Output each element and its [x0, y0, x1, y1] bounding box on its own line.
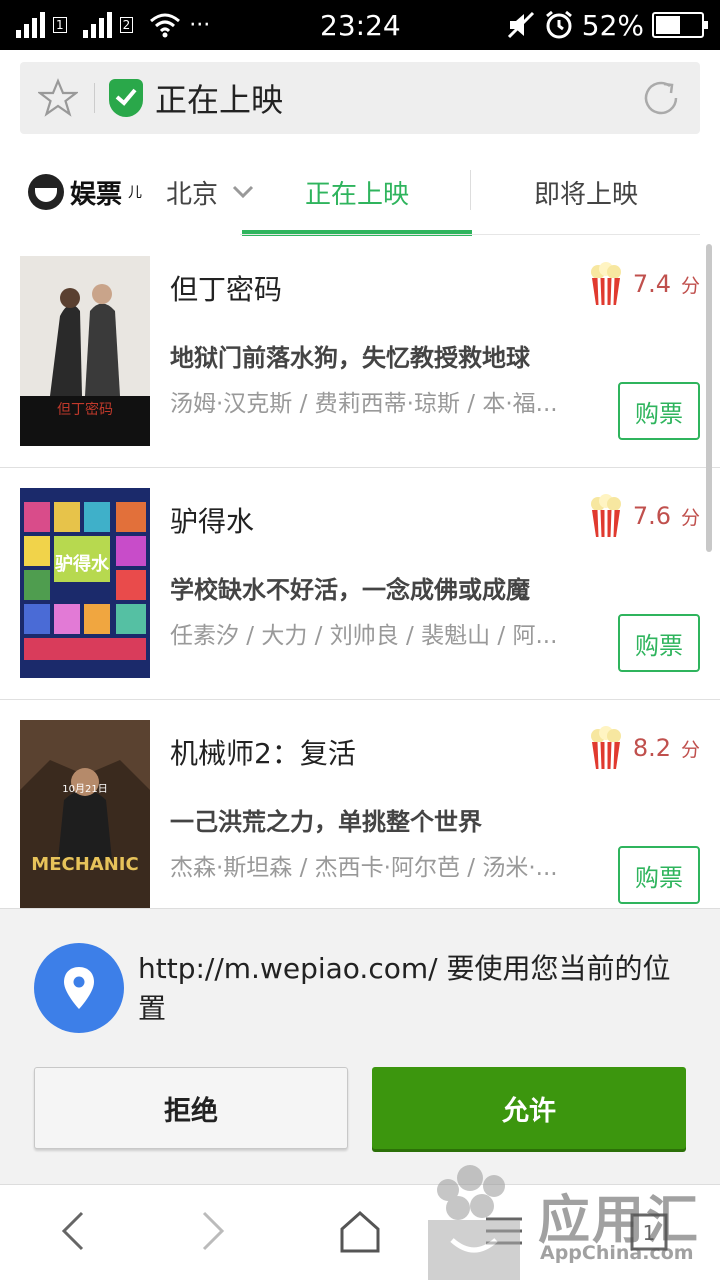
- logo-suffix: 儿: [128, 185, 143, 201]
- movie-cast: 杰森·斯坦森 / 杰西卡·阿尔芭 / 汤米·...: [170, 855, 558, 881]
- alarm-icon: [545, 10, 572, 39]
- movie-title[interactable]: 机械师2：复活: [170, 732, 356, 772]
- clock: 23:24: [320, 8, 401, 42]
- movie-score: 7.4 分: [589, 262, 700, 306]
- movie-title[interactable]: 驴得水: [170, 500, 254, 540]
- score-unit: 分: [680, 506, 700, 529]
- list-item[interactable]: 10月21日 MECHANIC 机械师2：复活 一己洪荒之力，单挑整个世界 杰森…: [0, 700, 720, 912]
- popcorn-icon: [590, 494, 621, 538]
- battery-percent: 52%: [581, 8, 644, 42]
- wifi-icon: [150, 13, 181, 38]
- popcorn-icon: [590, 726, 621, 770]
- poster-title: MECHANIC: [31, 854, 138, 875]
- movie-tagline: 一己洪荒之力，单挑整个世界: [170, 808, 482, 836]
- appchina-logo-icon: [428, 1165, 520, 1280]
- poster-title: 驴得水: [55, 553, 110, 575]
- poster-date: 10月21日: [62, 783, 107, 795]
- list-item[interactable]: 但丁密码 但丁密码 地狱门前落水狗，失忆教授救地球 汤姆·汉克斯 / 费莉西蒂·…: [0, 236, 720, 468]
- logo[interactable]: 娱票 儿: [28, 174, 142, 211]
- logo-text: 娱票: [70, 179, 123, 210]
- logo-face-icon: [28, 174, 64, 210]
- star-icon[interactable]: [38, 78, 78, 118]
- deny-button[interactable]: 拒绝: [34, 1067, 348, 1149]
- score-value: 7.4: [632, 270, 671, 298]
- tab-now-showing[interactable]: 正在上映: [242, 148, 472, 236]
- poster-title: 但丁密码: [57, 401, 113, 418]
- permission-message: http://m.wepiao.com/ 要使用您当前的位置: [138, 952, 671, 1025]
- divider: [94, 83, 95, 113]
- status-bar: 1 2 ··· 23:24 52%: [0, 0, 720, 50]
- tab-label: 即将上映: [533, 179, 638, 210]
- mute-icon: [507, 11, 534, 39]
- address-bar[interactable]: 正在上映: [20, 62, 700, 134]
- shield-check-icon: [109, 79, 143, 117]
- tab-divider: [470, 170, 471, 210]
- buy-ticket-button[interactable]: 购票: [618, 846, 700, 904]
- movie-cast: 任素汐 / 大力 / 刘帅良 / 裴魁山 / 阿...: [170, 623, 558, 649]
- forward-icon[interactable]: [198, 1209, 228, 1253]
- buy-ticket-button[interactable]: 购票: [618, 614, 700, 672]
- movie-score: 7.6 分: [589, 494, 700, 538]
- movie-score: 8.2 分: [589, 726, 700, 770]
- movie-poster[interactable]: 但丁密码: [20, 256, 150, 446]
- more-indicator: ···: [189, 12, 211, 38]
- back-icon[interactable]: [58, 1209, 88, 1253]
- page-title: 正在上映: [155, 81, 284, 119]
- score-value: 7.6: [632, 502, 671, 530]
- city-selector[interactable]: 北京: [166, 174, 254, 211]
- tab-coming-soon[interactable]: 即将上映: [472, 148, 700, 236]
- sim2-badge: 2: [119, 17, 134, 33]
- movie-cast: 汤姆·汉克斯 / 费莉西蒂·琼斯 / 本·福...: [170, 391, 558, 417]
- location-pin-icon: [34, 943, 124, 1033]
- score-value: 8.2: [632, 734, 671, 762]
- movie-tagline: 地狱门前落水狗，失忆教授救地球: [170, 344, 530, 372]
- tab-label: 正在上映: [304, 179, 409, 210]
- allow-button[interactable]: 允许: [372, 1067, 686, 1149]
- score-unit: 分: [680, 274, 700, 297]
- movie-title[interactable]: 但丁密码: [170, 268, 282, 308]
- signal-icon: [16, 12, 45, 38]
- location-permission-prompt: http://m.wepiao.com/ 要使用您当前的位置 拒绝 允许: [0, 908, 720, 1184]
- buy-ticket-button[interactable]: 购票: [618, 382, 700, 440]
- watermark-en: AppChina.com: [540, 1242, 694, 1264]
- movie-poster[interactable]: 10月21日 MECHANIC: [20, 720, 150, 910]
- signal-icon: [82, 12, 112, 38]
- site-nav: 娱票 儿 北京 正在上映 即将上映: [0, 148, 720, 236]
- movie-list[interactable]: 但丁密码 但丁密码 地狱门前落水狗，失忆教授救地球 汤姆·汉克斯 / 费莉西蒂·…: [0, 236, 720, 912]
- list-item[interactable]: 驴得水 驴得水 学校缺水不好活，一念成佛或成魔 任素汐 / 大力 / 刘帅良 /…: [0, 468, 720, 700]
- city-label: 北京: [166, 179, 219, 210]
- refresh-icon[interactable]: [640, 77, 682, 119]
- nav-underline: [240, 234, 700, 235]
- score-unit: 分: [680, 738, 700, 761]
- battery-icon: [652, 12, 708, 38]
- appchina-watermark: 应用汇 AppChina.com: [424, 1160, 720, 1280]
- scrollbar[interactable]: [706, 244, 712, 552]
- movie-poster[interactable]: 驴得水: [20, 488, 150, 678]
- home-icon[interactable]: [338, 1209, 382, 1255]
- movie-tagline: 学校缺水不好活，一念成佛或成魔: [170, 576, 530, 604]
- popcorn-icon: [590, 262, 621, 306]
- sim1-badge: 1: [53, 17, 67, 33]
